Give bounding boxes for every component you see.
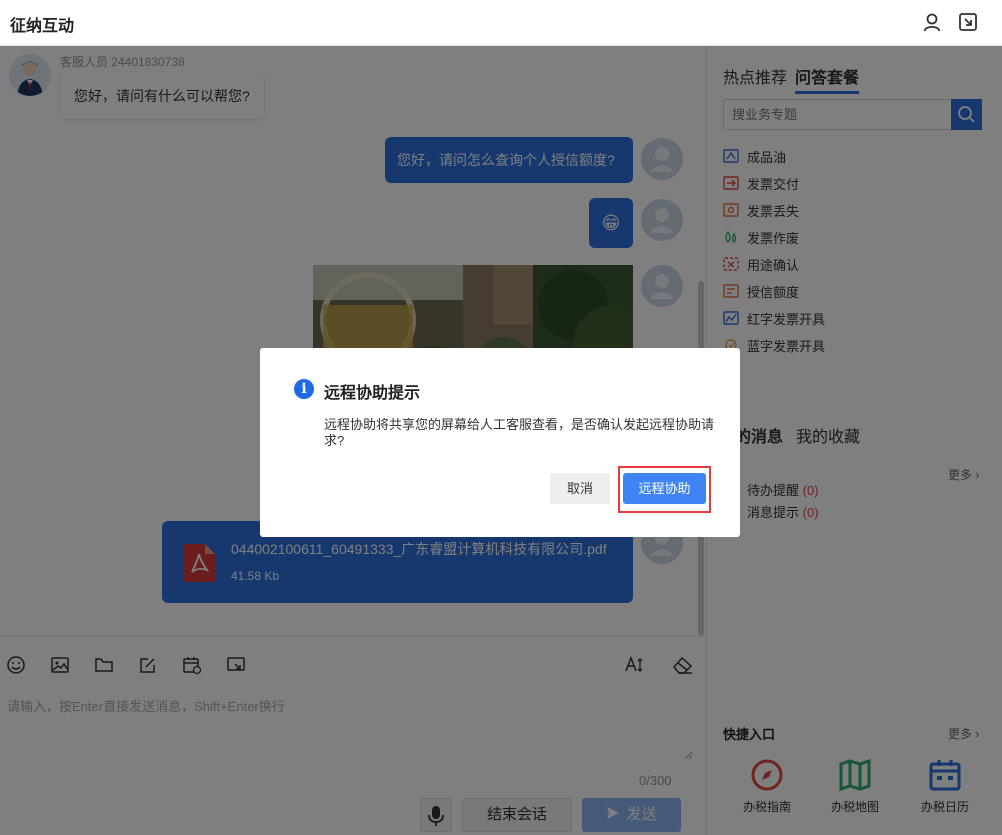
remote-assist-dialog: i 远程协助提示 远程协助将共享您的屏幕给人工客服查看，是否确认发起远程协助请求… <box>260 348 740 537</box>
title-bar: 征纳互动 <box>0 0 1002 46</box>
window-title: 征纳互动 <box>10 18 75 35</box>
exit-icon[interactable] <box>957 11 979 33</box>
info-icon: i <box>294 379 314 399</box>
dialog-title: 远程协助提示 <box>324 385 421 402</box>
user-icon[interactable] <box>921 11 943 33</box>
cancel-button[interactable]: 取消 <box>550 473 610 504</box>
remote-assist-button[interactable]: 远程协助 <box>623 473 706 504</box>
dialog-message: 远程协助将共享您的屏幕给人工客服查看，是否确认发起远程协助请求? <box>324 417 715 448</box>
